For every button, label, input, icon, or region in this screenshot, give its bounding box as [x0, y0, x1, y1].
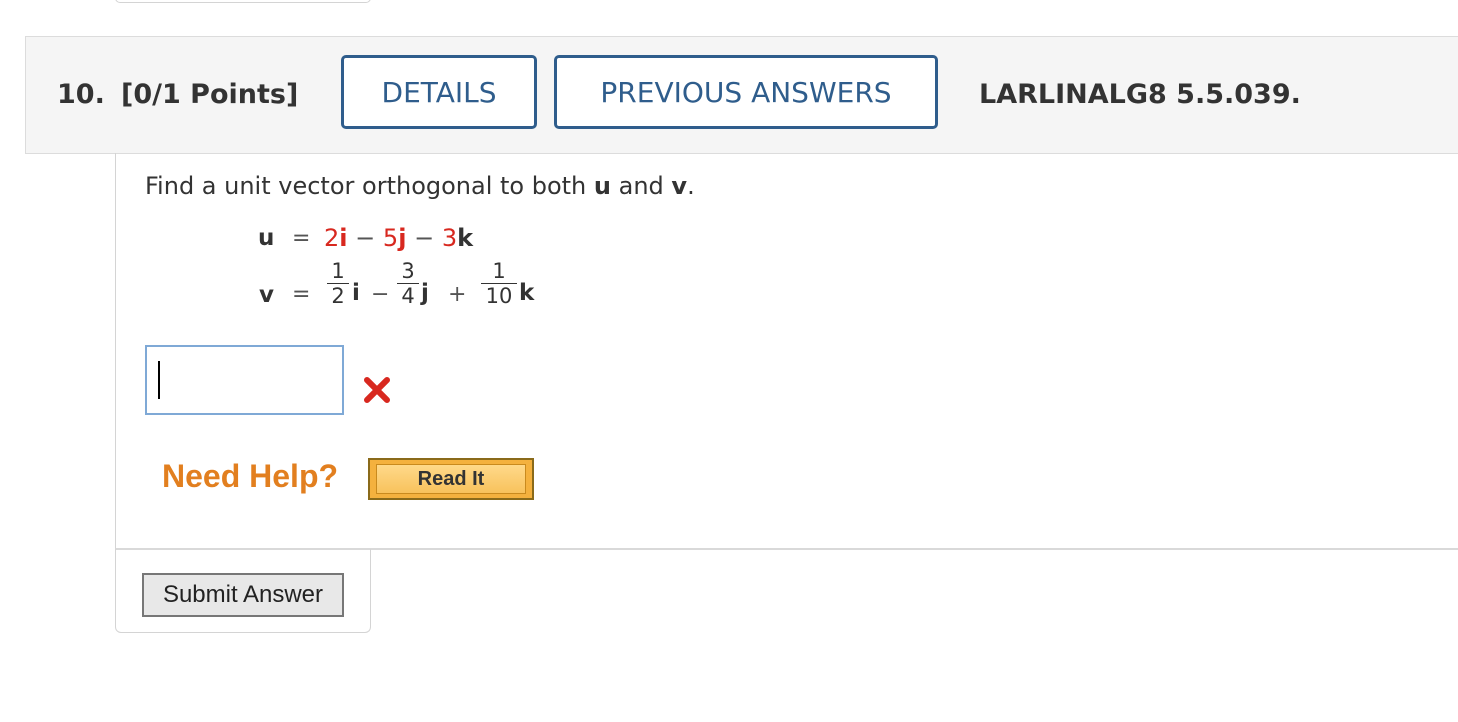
- points-label: [0/1 Points]: [121, 79, 299, 110]
- v-minus-1: −: [371, 282, 390, 307]
- v-fraction-3: 1 10: [481, 260, 517, 307]
- previous-answers-button[interactable]: PREVIOUS ANSWERS: [554, 55, 938, 129]
- v-symbol: v: [671, 172, 688, 200]
- u-equation-rhs: 2i − 5j − 3k: [324, 224, 474, 252]
- v-i-unit: i: [352, 280, 360, 306]
- v-k-unit: k: [519, 280, 535, 306]
- u-symbol: u: [593, 172, 611, 200]
- v-fraction-2: 3 4: [397, 260, 419, 307]
- v-plus: +: [448, 282, 467, 307]
- previous-question-box-edge: [115, 0, 371, 3]
- u-equals-sign: =: [292, 226, 311, 251]
- read-it-button[interactable]: Read It: [368, 458, 534, 500]
- text-cursor: [158, 361, 160, 399]
- details-button[interactable]: DETAILS: [341, 55, 537, 129]
- need-help-label: Need Help?: [162, 458, 339, 494]
- v-equals-sign: =: [292, 282, 311, 307]
- u-equation-lhs: u: [258, 225, 275, 251]
- question-prompt: Find a unit vector orthogonal to both u …: [145, 172, 695, 200]
- question-number: 10.: [57, 79, 105, 110]
- v-equation-lhs: v: [259, 282, 274, 308]
- problem-id: LARLINALG8 5.5.039.: [979, 79, 1301, 110]
- red-x-icon: [364, 377, 390, 403]
- v-j-unit: j: [421, 280, 429, 306]
- read-it-label: Read It: [376, 464, 526, 494]
- answer-input[interactable]: [145, 345, 344, 415]
- v-fraction-1: 1 2: [327, 260, 349, 307]
- submit-answer-button[interactable]: Submit Answer: [142, 573, 344, 617]
